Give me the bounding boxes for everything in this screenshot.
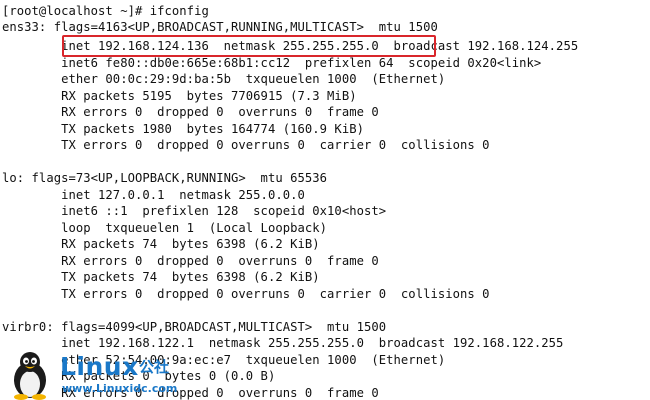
lo-tx-packets-line: TX packets 74 bytes 6398 (6.2 KiB) bbox=[2, 270, 320, 284]
ens33-flags-line: ens33: flags=4163<UP,BROADCAST,RUNNING,M… bbox=[2, 20, 438, 34]
watermark-url: www.Linuxidc.com bbox=[62, 382, 178, 395]
ens33-inet6-line: inet6 fe80::db0e:665e:68b1:cc12 prefixle… bbox=[2, 56, 542, 70]
terminal-window[interactable]: [root@localhost ~]# ifconfig ens33: flag… bbox=[0, 0, 650, 400]
lo-inet-line: inet 127.0.0.1 netmask 255.0.0.0 bbox=[2, 188, 305, 202]
virbr0-flags-line: virbr0: flags=4099<UP,BROADCAST,MULTICAS… bbox=[2, 320, 387, 334]
linux-watermark: Linux 公社 www.Linuxidc.com bbox=[2, 350, 202, 400]
highlight-box bbox=[62, 35, 436, 57]
ens33-rx-errors-line: RX errors 0 dropped 0 overruns 0 frame 0 bbox=[2, 105, 379, 119]
lo-inet6-line: inet6 ::1 prefixlen 128 scopeid 0x10<hos… bbox=[2, 204, 387, 218]
lo-flags-line: lo: flags=73<UP,LOOPBACK,RUNNING> mtu 65… bbox=[2, 171, 328, 185]
watermark-brand: Linux bbox=[60, 352, 139, 381]
shell-prompt-line: [root@localhost ~]# ifconfig bbox=[2, 4, 209, 18]
lo-rx-packets-line: RX packets 74 bytes 6398 (6.2 KiB) bbox=[2, 237, 320, 251]
lo-tx-errors-line: TX errors 0 dropped 0 overruns 0 carrier… bbox=[2, 287, 490, 301]
lo-loop-line: loop txqueuelen 1 (Local Loopback) bbox=[2, 221, 328, 235]
ens33-ether-line: ether 00:0c:29:9d:ba:5b txqueuelen 1000 … bbox=[2, 72, 446, 86]
lo-rx-errors-line: RX errors 0 dropped 0 overruns 0 frame 0 bbox=[2, 254, 379, 268]
ens33-tx-packets-line: TX packets 1980 bytes 164774 (160.9 KiB) bbox=[2, 122, 364, 136]
ens33-rx-packets-line: RX packets 5195 bytes 7706915 (7.3 MiB) bbox=[2, 89, 357, 103]
ens33-tx-errors-line: TX errors 0 dropped 0 overruns 0 carrier… bbox=[2, 138, 490, 152]
virbr0-inet-line: inet 192.168.122.1 netmask 255.255.255.0… bbox=[2, 336, 564, 350]
tux-penguin-icon bbox=[14, 352, 46, 400]
watermark-brand-cn: 公社 bbox=[139, 358, 170, 376]
